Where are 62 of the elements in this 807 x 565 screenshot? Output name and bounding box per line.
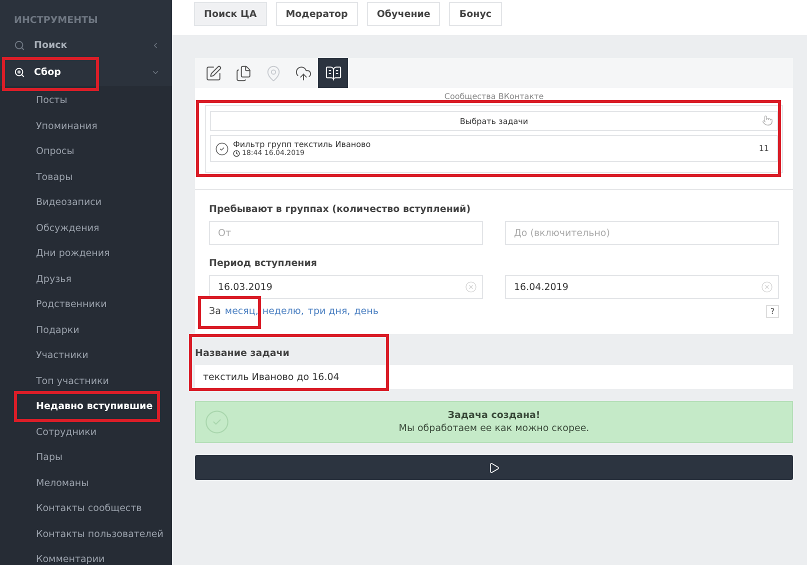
sidebar-subitem[interactable]: Сотрудники bbox=[0, 420, 172, 445]
alert-message: Мы обработаем ее как можно скорее. bbox=[398, 423, 590, 434]
period-link[interactable]: месяц, bbox=[224, 306, 258, 317]
sidebar-subitem[interactable]: Посты bbox=[0, 88, 172, 114]
sidebar-subitem[interactable]: Контакты пользователей bbox=[0, 522, 172, 547]
cloud-upload-icon bbox=[294, 64, 312, 82]
period-link[interactable]: неделю, bbox=[262, 306, 304, 317]
sidebar-heading: ИНСТРУМЕНТЫ bbox=[13, 14, 99, 28]
sidebar-item-label: Сбор bbox=[34, 67, 62, 78]
quick-period-label: За bbox=[209, 306, 221, 317]
task-title: Фильтр групп текстиль Иваново bbox=[233, 140, 372, 149]
to-field[interactable]: До (включительно) bbox=[505, 221, 779, 245]
sidebar-item[interactable]: Сбор bbox=[0, 59, 172, 86]
sidebar-subitem[interactable]: Комментарии bbox=[0, 547, 172, 565]
sidebar-subitem[interactable]: Друзья bbox=[0, 266, 172, 292]
date-field[interactable]: 16.03.2019 bbox=[209, 275, 483, 299]
task-count: 11 bbox=[758, 144, 769, 153]
sidebar-subitem[interactable]: Опросы bbox=[0, 139, 172, 164]
help-button[interactable]: ? bbox=[766, 305, 779, 318]
period-link[interactable]: день bbox=[354, 306, 378, 317]
chevron-icon bbox=[151, 41, 160, 50]
sidebar-subitem[interactable]: Товары bbox=[0, 164, 172, 190]
sidebar-item[interactable]: Поиск bbox=[0, 32, 172, 59]
task-name-field[interactable]: текстиль Иваново до 16.04 bbox=[195, 365, 793, 389]
sidebar-subitem[interactable]: Меломаны bbox=[0, 470, 172, 496]
zoom-in-icon bbox=[14, 67, 25, 78]
play-icon bbox=[488, 462, 500, 474]
sidebar-subitem[interactable]: Родственники bbox=[0, 292, 172, 318]
pencil-icon bbox=[204, 64, 222, 82]
sidebar-subitem[interactable]: Пары bbox=[0, 445, 172, 470]
sidebar-subitem[interactable]: Контакты сообществ bbox=[0, 496, 172, 522]
book-icon bbox=[324, 64, 342, 82]
sidebar-subitem[interactable]: Топ участники bbox=[0, 368, 172, 394]
top-tab[interactable]: Поиск ЦА bbox=[194, 2, 267, 26]
top-tab[interactable]: Модератор bbox=[276, 2, 358, 26]
clock-icon bbox=[233, 150, 240, 156]
from-field[interactable]: От bbox=[209, 221, 483, 245]
chevron-icon bbox=[151, 68, 160, 77]
field-label: Период вступления bbox=[209, 258, 318, 269]
select-tasks-button[interactable]: Выбрать задачи bbox=[210, 111, 778, 131]
top-tab[interactable]: Бонус bbox=[449, 2, 502, 26]
sidebar-item-label: Поиск bbox=[34, 40, 68, 51]
period-link[interactable]: три дня, bbox=[308, 306, 350, 317]
sidebar-subitem[interactable]: Упоминания bbox=[0, 114, 172, 139]
sidebar-subitem[interactable]: Подарки bbox=[0, 318, 172, 343]
search-icon bbox=[14, 40, 25, 51]
top-tab[interactable]: Обучение bbox=[366, 2, 440, 26]
sidebar-subitem[interactable]: Недавно вступившие bbox=[0, 394, 172, 420]
sidebar-subitem[interactable]: Видеозаписи bbox=[0, 190, 172, 216]
field-label: Пребывают в группах (количество вступлений) bbox=[209, 204, 472, 215]
check-circle-icon bbox=[204, 409, 230, 435]
sidebar-subitem[interactable]: Обсуждения bbox=[0, 216, 172, 241]
field-label: Название задачи bbox=[195, 348, 290, 359]
alert-title: Задача создана! bbox=[448, 410, 540, 421]
date-field[interactable]: 16.04.2019 bbox=[505, 275, 779, 299]
source-label: Сообщества ВКонтакте bbox=[443, 92, 545, 101]
hand-pointer-icon bbox=[762, 115, 773, 126]
book-tool-button[interactable] bbox=[318, 58, 348, 88]
documents-icon bbox=[234, 64, 252, 82]
sidebar-subitem[interactable]: Участники bbox=[0, 343, 172, 368]
sidebar-subitem[interactable]: Дни рождения bbox=[0, 241, 172, 266]
map-pin-icon bbox=[264, 64, 282, 82]
